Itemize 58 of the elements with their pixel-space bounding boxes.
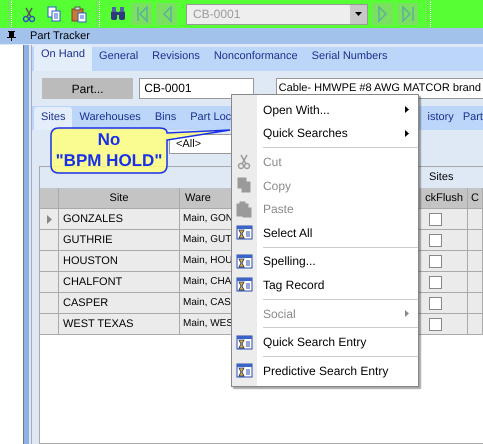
clipboard-icon [236,200,253,218]
tab[interactable]: Revisions [145,50,207,71]
table-cell: HOUSTON [59,251,180,272]
combo-value: CB-0001 [192,7,242,21]
tab[interactable]: Sites [34,107,72,130]
tab[interactable]: istory [420,111,458,127]
hourglass-form-icon [236,334,253,351]
submenu-arrow-icon [405,106,409,114]
row-header[interactable] [40,230,59,251]
panel-title: Part Tracker [29,30,90,42]
column-header[interactable]: C [468,188,483,209]
hourglass-form-icon [236,224,253,242]
row-header[interactable] [40,272,59,293]
hourglass-form-icon [236,252,253,270]
paste-icon[interactable] [71,6,87,22]
pin-icon[interactable] [7,31,16,41]
menu-item[interactable]: Open With... [232,98,418,122]
cut-icon[interactable] [21,6,37,22]
table-cell: GUTHRIE [59,230,180,251]
tab[interactable]: On Hand [34,45,92,71]
checkbox[interactable] [429,212,442,226]
checkbox[interactable] [429,296,442,310]
current-row-icon [46,214,52,224]
tab[interactable]: Nonconformance [206,50,305,71]
tab[interactable]: General [92,50,146,71]
part-number-field[interactable]: CB-0001 [139,78,254,99]
row-header[interactable] [40,209,59,230]
group-header: Sites [428,170,454,185]
callout-text: No "BPM HOLD" [54,129,164,171]
copy-icon [236,177,253,194]
part-button[interactable]: Part... [42,78,134,99]
scissors-icon [236,153,253,170]
checkbox[interactable] [429,254,442,268]
hourglass-form-icon [236,276,253,294]
submenu-arrow-icon [405,130,409,137]
last-arrow-icon [400,5,416,23]
column-header[interactable]: Site [59,188,180,209]
binoculars-icon[interactable] [109,6,127,22]
copy-icon[interactable] [46,6,62,22]
menu-item[interactable]: Predictive Search Entry [232,358,418,383]
table-cell: GONZALES [59,209,180,230]
row-header[interactable] [40,314,59,335]
checkbox[interactable] [429,318,442,330]
tab[interactable]: Warehouses [72,111,148,127]
tab[interactable]: Bins [148,111,184,127]
row-header[interactable] [40,251,59,272]
row-header[interactable] [40,293,59,314]
submenu-arrow-icon [405,310,409,318]
caret-icon [355,12,362,16]
checkbox[interactable] [429,234,442,246]
checkbox[interactable] [429,276,442,288]
tab[interactable]: Serial Numbers [304,50,394,71]
table-cell: CHALFONT [59,272,180,293]
tab[interactable]: Part [458,111,483,127]
table-cell: WEST TEXAS [59,314,180,335]
hourglass-form-icon [236,362,253,380]
dropdown-button[interactable] [350,4,367,24]
table-cell: CASPER [59,293,180,314]
